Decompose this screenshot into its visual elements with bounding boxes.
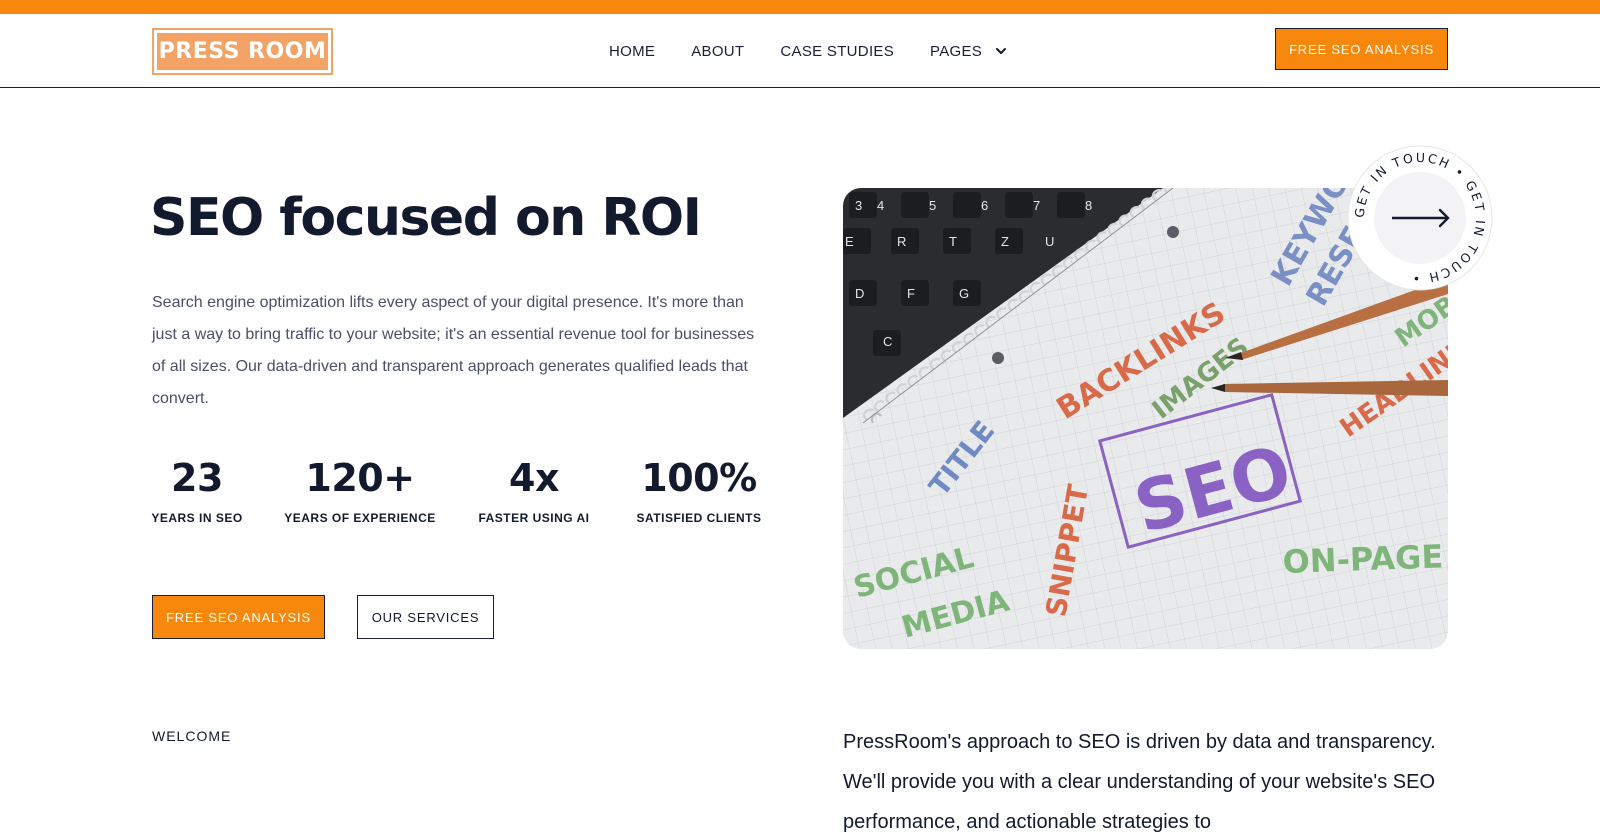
hero-title-highlight-text: ROI bbox=[601, 188, 702, 248]
stat-years-in-seo: 23 YEARS IN SEO bbox=[151, 455, 243, 525]
welcome-intro-text: PressRoom's approach to SEO is driven by… bbox=[843, 731, 1436, 833]
svg-text:ON-PAGE: ON-PAGE bbox=[1282, 537, 1444, 581]
svg-text:D: D bbox=[855, 286, 864, 301]
stat-value: 120+ bbox=[305, 456, 415, 500]
svg-text:Z: Z bbox=[1001, 234, 1009, 249]
stat-label: YEARS OF EXPERIENCE bbox=[284, 511, 436, 525]
nav-item-case-studies[interactable]: CASE STUDIES bbox=[780, 43, 894, 60]
hero-description: Search engine optimization lifts every a… bbox=[152, 294, 755, 407]
svg-text:8: 8 bbox=[1085, 198, 1092, 213]
hero-title: SEO focused on ROI bbox=[150, 188, 705, 248]
svg-text:R: R bbox=[897, 234, 906, 249]
get-in-touch-badge-graphic: GET IN TOUCH • GET IN TOUCH • bbox=[1347, 145, 1493, 291]
svg-text:E: E bbox=[845, 234, 854, 249]
svg-text:G: G bbox=[959, 286, 969, 301]
nav-item-about[interactable]: ABOUT bbox=[691, 43, 744, 60]
svg-text:5: 5 bbox=[929, 198, 936, 213]
svg-text:7: 7 bbox=[1033, 198, 1040, 213]
nav-item-label: CASE STUDIES bbox=[780, 42, 895, 60]
welcome-label: WELCOME bbox=[152, 728, 232, 744]
stat-value: 23 bbox=[171, 456, 223, 500]
svg-text:4: 4 bbox=[877, 198, 884, 213]
hero-title-highlight: ROI bbox=[597, 188, 705, 248]
svg-text:U: U bbox=[1045, 234, 1054, 249]
press-room-logo[interactable]: PRESS ROOM bbox=[152, 28, 333, 75]
header-free-seo-analysis-button[interactable]: FREE SEO ANALYSIS bbox=[1275, 28, 1448, 70]
stat-label: SATISFIED CLIENTS bbox=[636, 511, 762, 525]
nav-item-home[interactable]: HOME bbox=[609, 43, 655, 60]
stat-satisfied-clients: 100% SATISFIED CLIENTS bbox=[635, 455, 763, 525]
stat-years-of-experience: 120+ YEARS OF EXPERIENCE bbox=[284, 455, 436, 525]
stat-value: 100% bbox=[641, 456, 757, 500]
top-accent-bar bbox=[0, 0, 1600, 14]
svg-text:3: 3 bbox=[855, 198, 862, 213]
chevron-down-icon bbox=[996, 48, 1007, 54]
nav-item-label: ABOUT bbox=[691, 42, 745, 60]
hero-title-prefix: SEO focused on bbox=[150, 188, 602, 248]
get-in-touch-badge[interactable]: GET IN TOUCH • GET IN TOUCH • bbox=[1347, 145, 1493, 291]
svg-text:F: F bbox=[907, 286, 915, 301]
stat-label: FASTER USING AI bbox=[478, 511, 590, 525]
stat-label: YEARS IN SEO bbox=[151, 511, 243, 525]
main-nav: HOME ABOUT CASE STUDIES PAGES bbox=[609, 14, 1010, 88]
free-seo-analysis-button[interactable]: FREE SEO ANALYSIS bbox=[152, 595, 325, 639]
nav-item-label: PAGES bbox=[930, 42, 983, 60]
site-header: PRESS ROOM HOME ABOUT CASE STUDIES PAGES… bbox=[0, 14, 1600, 88]
svg-text:T: T bbox=[949, 234, 957, 249]
our-services-button[interactable]: OUR SERVICES bbox=[357, 595, 494, 639]
logo-text: PRESS ROOM bbox=[157, 33, 328, 70]
stat-faster-using-ai: 4x FASTER USING AI bbox=[478, 455, 590, 525]
stat-value: 4x bbox=[509, 456, 559, 500]
nav-item-pages[interactable]: PAGES bbox=[930, 42, 1010, 60]
stats-row: 23 YEARS IN SEO 120+ YEARS OF EXPERIENCE… bbox=[151, 455, 763, 525]
svg-text:6: 6 bbox=[981, 198, 988, 213]
svg-text:C: C bbox=[883, 334, 892, 349]
nav-item-label: HOME bbox=[609, 42, 656, 60]
